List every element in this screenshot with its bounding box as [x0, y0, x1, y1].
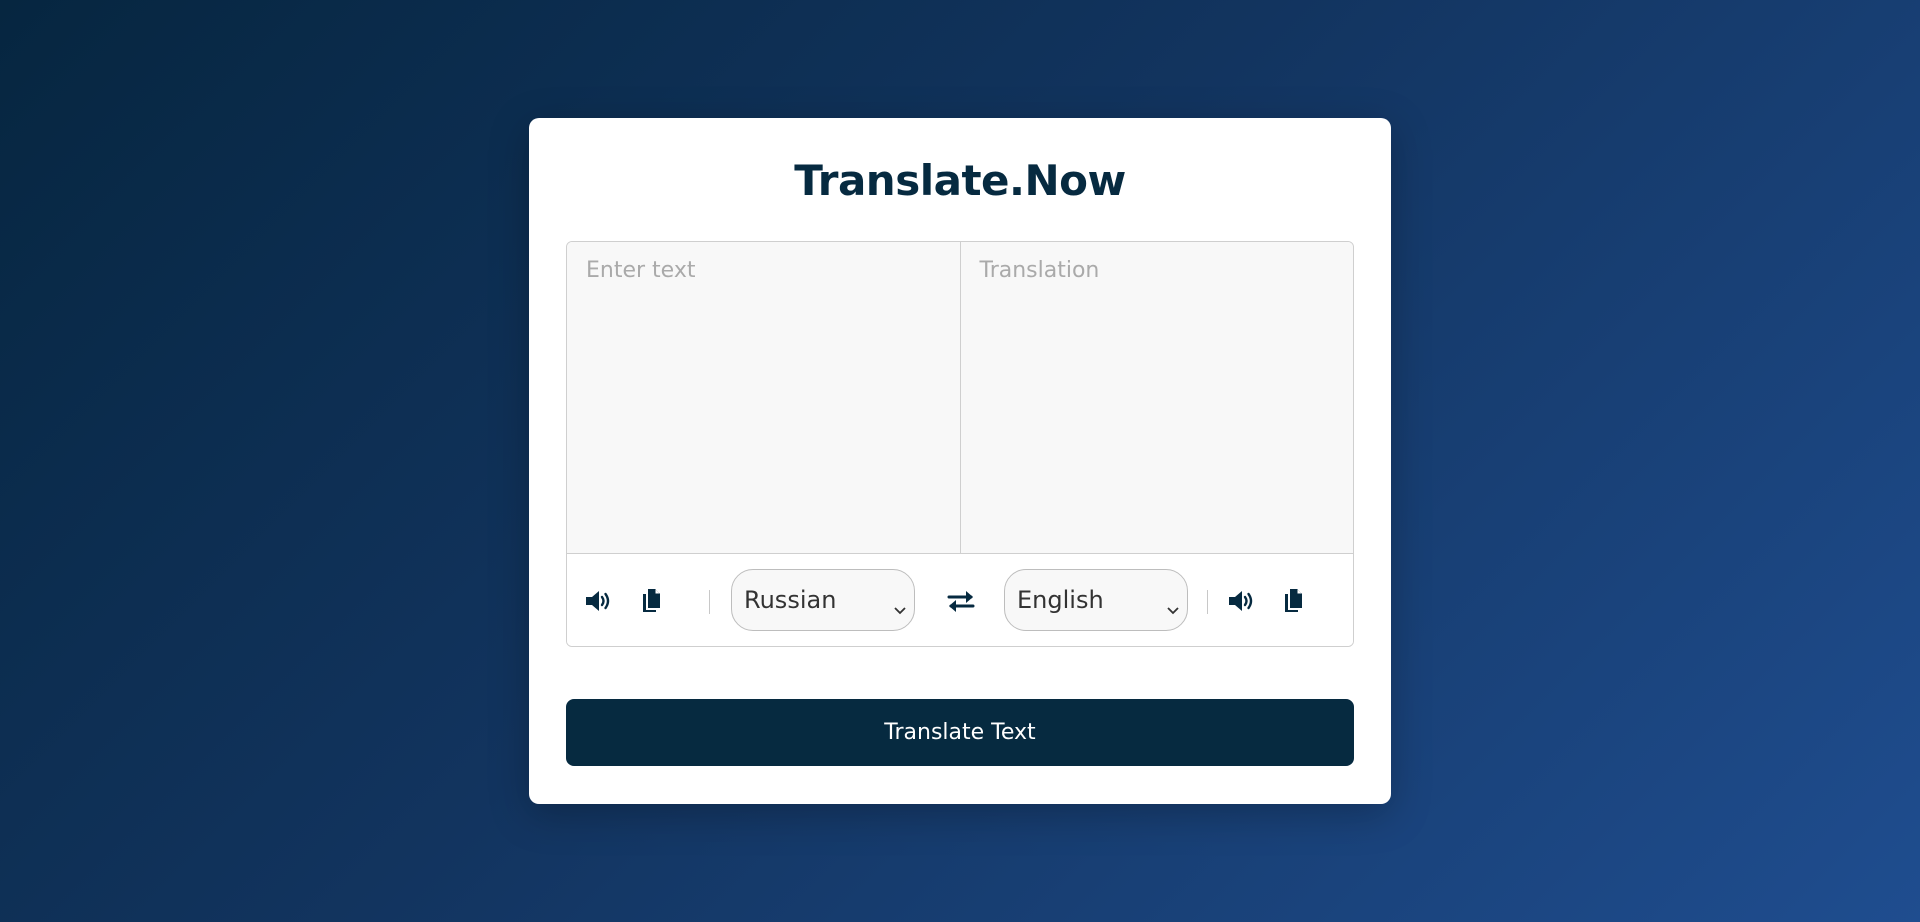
- source-speaker-icon[interactable]: [584, 588, 614, 614]
- translator-wrapper: Russian English: [566, 241, 1354, 647]
- chevron-down-icon: [894, 593, 906, 621]
- chevron-down-icon: [1167, 593, 1179, 621]
- translator-card: Translate.Now Enter text Translation Rus…: [529, 118, 1391, 804]
- app-title: Translate.Now: [794, 156, 1126, 205]
- translation-output[interactable]: [959, 242, 1353, 553]
- source-copy-icon[interactable]: [636, 588, 666, 614]
- target-language-value: English: [1017, 586, 1104, 614]
- controls-bar: Russian English: [567, 554, 1353, 646]
- divider: [1207, 590, 1208, 614]
- text-panels: [567, 242, 1353, 554]
- divider: [709, 590, 710, 614]
- source-language-select[interactable]: Russian: [731, 569, 915, 631]
- target-speaker-icon[interactable]: [1227, 588, 1257, 614]
- source-language-value: Russian: [744, 586, 837, 614]
- target-language-select[interactable]: English: [1004, 569, 1188, 631]
- exchange-icon[interactable]: [944, 587, 978, 615]
- target-copy-icon[interactable]: [1278, 588, 1308, 614]
- source-text-input[interactable]: [567, 242, 960, 553]
- translate-button[interactable]: Translate Text: [566, 699, 1354, 766]
